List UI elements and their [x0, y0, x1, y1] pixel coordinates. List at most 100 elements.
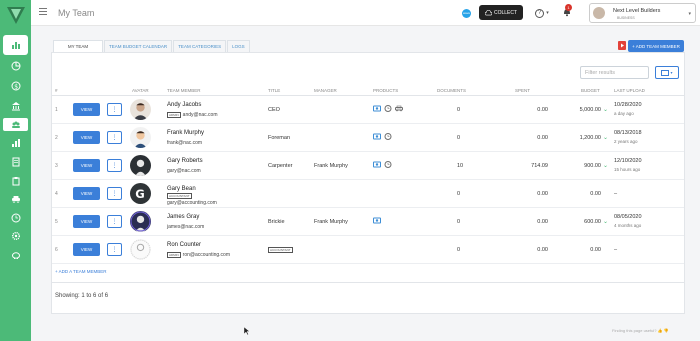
chevron-down-icon[interactable]: ⌄: [603, 162, 608, 169]
member-title: Carpenter: [268, 163, 293, 169]
col-title[interactable]: TITLE: [268, 88, 280, 93]
avatar[interactable]: G: [130, 183, 151, 204]
member-manager: Frank Murphy: [314, 219, 348, 225]
sidebar-item-documents[interactable]: [8, 156, 23, 168]
member-email: james@nac.com: [167, 224, 205, 230]
cloud-upload-icon: [484, 9, 492, 15]
tab-logs[interactable]: LOGS: [227, 40, 250, 52]
products: [373, 133, 392, 140]
hamburger-menu-icon[interactable]: [39, 8, 47, 16]
sidebar-item-money[interactable]: $: [8, 80, 23, 92]
member-email: gary@accounting.com: [167, 200, 217, 206]
sidebar: $: [0, 0, 31, 341]
sidebar-item-bank[interactable]: [8, 100, 23, 112]
avatar[interactable]: [130, 239, 151, 260]
view-button[interactable]: VIEW: [73, 187, 100, 200]
sidebar-item-clipboard[interactable]: [8, 175, 23, 187]
member-email-line: ACCOUNTANT gary@accounting.com: [167, 193, 217, 206]
team-icon: [11, 121, 20, 128]
member-title: CEO: [268, 107, 280, 113]
table-row: 4 VIEW ⋮ G Gary Bean ACCOUNTANT gary@acco…: [52, 180, 684, 208]
tab-team-budget-calendar[interactable]: TEAM BUDGET CALENDAR: [104, 40, 173, 52]
table-row: 3 VIEW ⋮ Gary Roberts gary@nac.com Carpe…: [52, 152, 684, 180]
filter-input[interactable]: Filter results: [580, 66, 649, 79]
sidebar-item-vehicles[interactable]: [8, 193, 23, 205]
columns-toggle-button[interactable]: ▾: [655, 66, 679, 79]
col-budget[interactable]: BUDGET: [581, 88, 600, 93]
collect-button[interactable]: COLLECT: [479, 5, 523, 20]
money-icon[interactable]: [373, 217, 381, 224]
thumbs-down-icon[interactable]: 👎: [664, 328, 669, 333]
help-dropdown[interactable]: ? ▾: [535, 7, 549, 18]
pie-icon: [11, 61, 20, 71]
money-icon[interactable]: [373, 133, 381, 140]
tab-my-team[interactable]: MY TEAM: [53, 40, 103, 52]
clock-icon[interactable]: [384, 133, 392, 140]
member-title: Foreman: [268, 135, 291, 141]
more-options-button[interactable]: ⋮: [107, 215, 122, 228]
avatar[interactable]: [130, 155, 151, 176]
money-icon[interactable]: [373, 105, 381, 112]
logo-icon[interactable]: [6, 5, 26, 25]
tab-team-categories[interactable]: TEAM CATEGORIES: [173, 40, 227, 52]
org-switcher[interactable]: Next Level Builders BUSINESS ▾: [589, 3, 696, 23]
sidebar-item-analytics[interactable]: [8, 137, 23, 149]
pagination-summary: Showing: 1 to 6 of 6: [55, 293, 109, 299]
piggy-bank-icon: [11, 252, 20, 259]
products: [373, 161, 392, 168]
sidebar-item-savings[interactable]: [8, 249, 23, 261]
view-button[interactable]: VIEW: [73, 103, 100, 116]
row-number: 6: [55, 247, 58, 253]
view-button[interactable]: VIEW: [73, 131, 100, 144]
sidebar-item-settings[interactable]: [8, 230, 23, 242]
member-name: Andy Jacobs: [167, 102, 202, 108]
avatar[interactable]: [130, 211, 151, 232]
sidebar-item-team[interactable]: [3, 118, 28, 131]
more-options-button[interactable]: ⋮: [107, 131, 122, 144]
row-number: 5: [55, 219, 58, 225]
last-upload-ago: 4 months ago: [614, 223, 642, 228]
more-options-button[interactable]: ⋮: [107, 159, 122, 172]
budget-amount: 0.00: [590, 191, 601, 197]
sidebar-item-time[interactable]: [8, 212, 23, 224]
last-upload-date: 08/13/2018: [614, 130, 642, 136]
car-icon[interactable]: [395, 105, 403, 112]
view-button[interactable]: VIEW: [73, 159, 100, 172]
col-spent[interactable]: SPENT: [515, 88, 530, 93]
more-options-button[interactable]: ⋮: [107, 243, 122, 256]
member-name: James Gray: [167, 214, 200, 220]
avatar[interactable]: [130, 127, 151, 148]
row-number: 3: [55, 163, 58, 169]
more-options-button[interactable]: ⋮: [107, 103, 122, 116]
columns-icon: [661, 69, 670, 76]
chevron-down-icon[interactable]: ⌄: [603, 106, 608, 113]
chevron-down-icon[interactable]: ⌄: [603, 218, 608, 225]
car-icon: [11, 196, 20, 204]
chevron-down-icon[interactable]: ⌄: [603, 134, 608, 141]
video-help-icon[interactable]: [618, 41, 626, 50]
money-icon[interactable]: [373, 161, 381, 168]
col-team-member[interactable]: TEAM MEMBER: [167, 88, 201, 93]
sidebar-item-dashboard[interactable]: [3, 35, 28, 55]
org-name: Next Level Builders: [613, 8, 661, 14]
view-button[interactable]: VIEW: [73, 215, 100, 228]
col-last-upload[interactable]: LAST UPLOAD: [614, 88, 645, 93]
avatar[interactable]: [130, 99, 151, 120]
member-name: Ron Counter: [167, 242, 202, 248]
sidebar-item-reports[interactable]: [8, 60, 23, 72]
col-documents[interactable]: DOCUMENTS: [437, 88, 466, 93]
last-upload-date: –: [614, 247, 618, 253]
clock-icon[interactable]: [384, 161, 392, 168]
more-options-button[interactable]: ⋮: [107, 187, 122, 200]
wave-app-icon[interactable]: wave: [462, 9, 471, 18]
table-row: 6 VIEW ⋮ Ron Counter ADMIN ron@accounting…: [52, 236, 684, 264]
col-manager[interactable]: MANAGER: [314, 88, 337, 93]
add-team-member-link[interactable]: + ADD A TEAM MEMBER: [55, 269, 107, 274]
thumbs-up-icon[interactable]: 👍: [658, 328, 663, 333]
add-team-member-button[interactable]: + ADD TEAM MEMBER: [628, 40, 684, 52]
org-type: BUSINESS: [617, 16, 635, 20]
clock-icon[interactable]: [384, 105, 392, 112]
view-button[interactable]: VIEW: [73, 243, 100, 256]
last-upload-ago: 2 years ago: [614, 139, 638, 144]
team-table-panel: Filter results ▾ # AVATAR TEAM MEMBER TI…: [51, 52, 685, 314]
